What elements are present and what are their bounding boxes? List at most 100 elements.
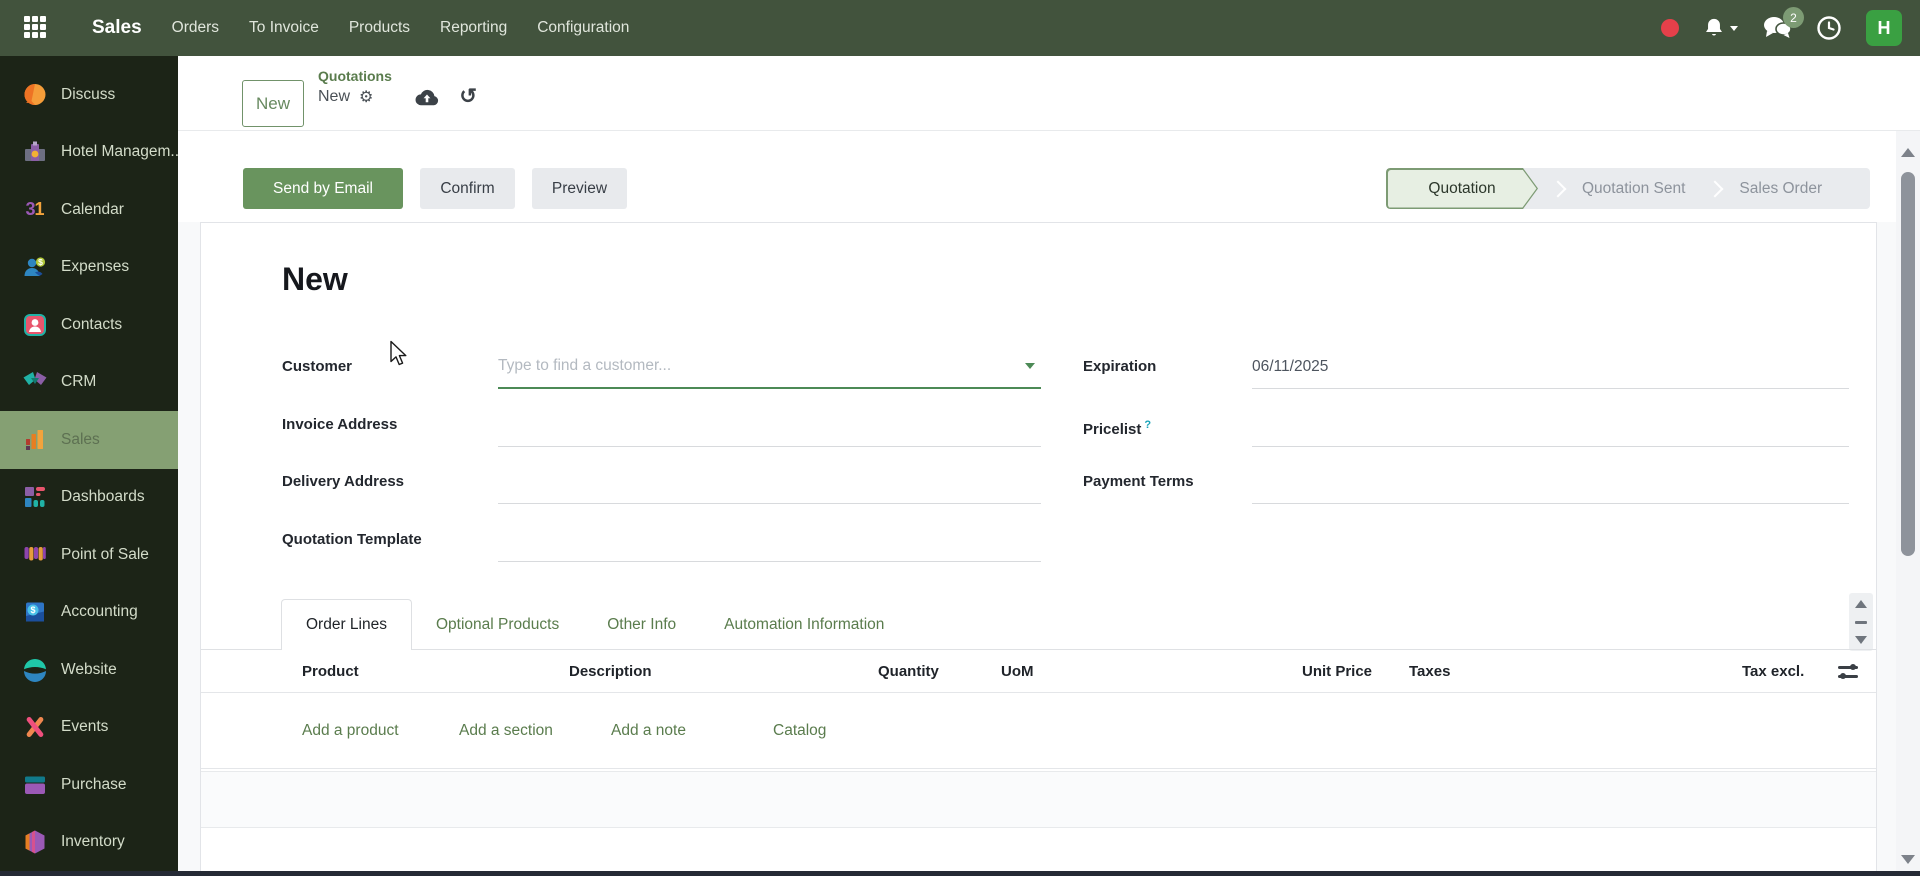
- user-avatar[interactable]: H: [1866, 10, 1902, 46]
- status-step-sales-order[interactable]: Sales Order: [1729, 180, 1832, 198]
- sidebar-item-accounting[interactable]: $ Accounting: [0, 584, 178, 642]
- menu-item-to-invoice[interactable]: To Invoice: [249, 19, 319, 37]
- tab-other-info[interactable]: Other Info: [583, 600, 700, 650]
- scrollbar-down-arrow[interactable]: [1901, 855, 1915, 864]
- payment-terms-input[interactable]: [1252, 460, 1849, 504]
- column-product: Product: [302, 663, 359, 680]
- confirm-button[interactable]: Confirm: [420, 168, 515, 209]
- form-sheet-card: New Customer Type to find a customer... …: [200, 222, 1877, 871]
- notifications-button[interactable]: [1703, 17, 1738, 39]
- new-record-button[interactable]: New: [242, 80, 304, 127]
- sidebar-item-website[interactable]: Website: [0, 641, 178, 699]
- tab-order-lines[interactable]: Order Lines: [281, 599, 412, 650]
- vertical-scrollbar[interactable]: [1896, 131, 1920, 871]
- scroll-dash-icon: [1855, 620, 1867, 624]
- sidebar-item-contacts[interactable]: Contacts: [0, 296, 178, 354]
- catalog-link[interactable]: Catalog: [773, 693, 826, 769]
- top-navbar: Sales Orders To Invoice Products Reporti…: [0, 0, 1920, 56]
- menu-item-configuration[interactable]: Configuration: [537, 19, 629, 37]
- column-tax-excl: Tax excl.: [1742, 663, 1805, 680]
- menu-item-products[interactable]: Products: [349, 19, 410, 37]
- expenses-icon: $: [21, 254, 48, 281]
- sidebar-item-label: Purchase: [61, 775, 127, 793]
- breadcrumb-parent-link[interactable]: Quotations: [318, 68, 477, 84]
- sidebar-item-inventory[interactable]: Inventory: [0, 814, 178, 872]
- discuss-icon: [21, 81, 48, 108]
- add-a-product-link[interactable]: Add a product: [302, 693, 399, 769]
- bell-icon: [1703, 17, 1725, 39]
- send-by-email-button[interactable]: Send by Email: [243, 168, 403, 209]
- optional-columns-icon[interactable]: [1838, 664, 1858, 680]
- gear-icon[interactable]: ⚙: [359, 87, 373, 107]
- menu-item-orders[interactable]: Orders: [172, 19, 219, 37]
- delivery-address-label: Delivery Address: [282, 473, 405, 490]
- status-step-quotation-sent[interactable]: Quotation Sent: [1572, 180, 1695, 198]
- delivery-address-input[interactable]: [498, 460, 1041, 504]
- sidebar-item-sales[interactable]: Sales: [0, 411, 178, 469]
- status-step-quotation[interactable]: Quotation: [1386, 168, 1538, 209]
- inventory-icon: [21, 829, 48, 856]
- clock-icon: [1816, 15, 1842, 41]
- sidebar-item-discuss[interactable]: Discuss: [0, 66, 178, 124]
- main-content: New Quotations New ⚙ ↺ Send by Email Con…: [178, 56, 1920, 876]
- sidebar-item-purchase[interactable]: Purchase: [0, 756, 178, 814]
- record-title: New: [282, 261, 348, 297]
- pos-icon: [21, 541, 48, 568]
- invoice-address-input[interactable]: [498, 403, 1041, 447]
- sidebar-item-point-of-sale[interactable]: Point of Sale: [0, 526, 178, 584]
- help-icon[interactable]: ?: [1144, 419, 1151, 431]
- expiration-input[interactable]: 06/11/2025: [1252, 345, 1849, 389]
- scroll-up-icon[interactable]: [1855, 600, 1867, 608]
- column-unit-price: Unit Price: [1302, 663, 1373, 680]
- apps-grid-icon[interactable]: [24, 16, 48, 40]
- add-a-section-link[interactable]: Add a section: [459, 693, 553, 769]
- sheet-footer-area: [201, 829, 1876, 871]
- chevron-down-icon: [1730, 25, 1738, 31]
- hotel-icon: [21, 139, 48, 166]
- invoice-address-label: Invoice Address: [282, 416, 398, 433]
- messages-button[interactable]: 2: [1762, 7, 1804, 41]
- messages-badge: 2: [1783, 7, 1804, 28]
- pricelist-input[interactable]: [1252, 403, 1849, 447]
- sidebar-item-calendar[interactable]: 31 Calendar: [0, 181, 178, 239]
- quotation-template-input[interactable]: [498, 518, 1041, 562]
- undo-icon[interactable]: ↺: [459, 86, 477, 107]
- activities-button[interactable]: [1816, 15, 1842, 41]
- control-panel: New Quotations New ⚙ ↺: [178, 56, 1920, 131]
- tab-automation-information[interactable]: Automation Information: [700, 600, 908, 650]
- add-a-note-link[interactable]: Add a note: [611, 693, 686, 769]
- sidebar-item-label: Contacts: [61, 315, 123, 333]
- column-quantity: Quantity: [878, 663, 939, 680]
- sidebar-item-crm[interactable]: CRM: [0, 354, 178, 412]
- cloud-upload-icon[interactable]: [415, 89, 439, 106]
- form-sheet: New Customer Type to find a customer... …: [201, 223, 1876, 771]
- sidebar-item-label: Inventory: [61, 833, 125, 851]
- preview-button[interactable]: Preview: [532, 168, 627, 209]
- menu-item-reporting[interactable]: Reporting: [440, 19, 507, 37]
- sidebar-item-expenses[interactable]: $ Expenses: [0, 239, 178, 297]
- empty-list-area: [201, 771, 1876, 828]
- chevron-down-icon[interactable]: [1025, 363, 1035, 369]
- scrollbar-thumb[interactable]: [1901, 172, 1915, 556]
- customer-input[interactable]: Type to find a customer...: [498, 345, 1041, 389]
- form-status-bar: Send by Email Confirm Preview Quotation …: [178, 131, 1920, 222]
- column-taxes: Taxes: [1409, 663, 1451, 680]
- taskbar-edge: [0, 871, 1920, 876]
- scroll-down-icon[interactable]: [1855, 636, 1867, 644]
- contacts-icon: [21, 311, 48, 338]
- sidebar-item-label: Expenses: [61, 258, 130, 276]
- sidebar-item-events[interactable]: Events: [0, 699, 178, 757]
- svg-text:$: $: [30, 605, 35, 615]
- column-description: Description: [569, 663, 652, 680]
- odoo-app-window: Sales Orders To Invoice Products Reporti…: [0, 0, 1920, 876]
- app-brand[interactable]: Sales: [92, 17, 142, 39]
- main-menu: Orders To Invoice Products Reporting Con…: [172, 19, 630, 37]
- sales-icon: [21, 426, 48, 453]
- purchase-icon: [21, 771, 48, 798]
- tab-optional-products[interactable]: Optional Products: [412, 600, 583, 650]
- scrollbar-up-arrow[interactable]: [1901, 148, 1915, 157]
- sidebar-item-hotel-management[interactable]: Hotel Managem...: [0, 124, 183, 182]
- sidebar-item-dashboards[interactable]: Dashboards: [0, 469, 178, 527]
- sidebar-item-label: Hotel Managem...: [61, 143, 184, 161]
- sidebar-item-label: Calendar: [61, 200, 124, 218]
